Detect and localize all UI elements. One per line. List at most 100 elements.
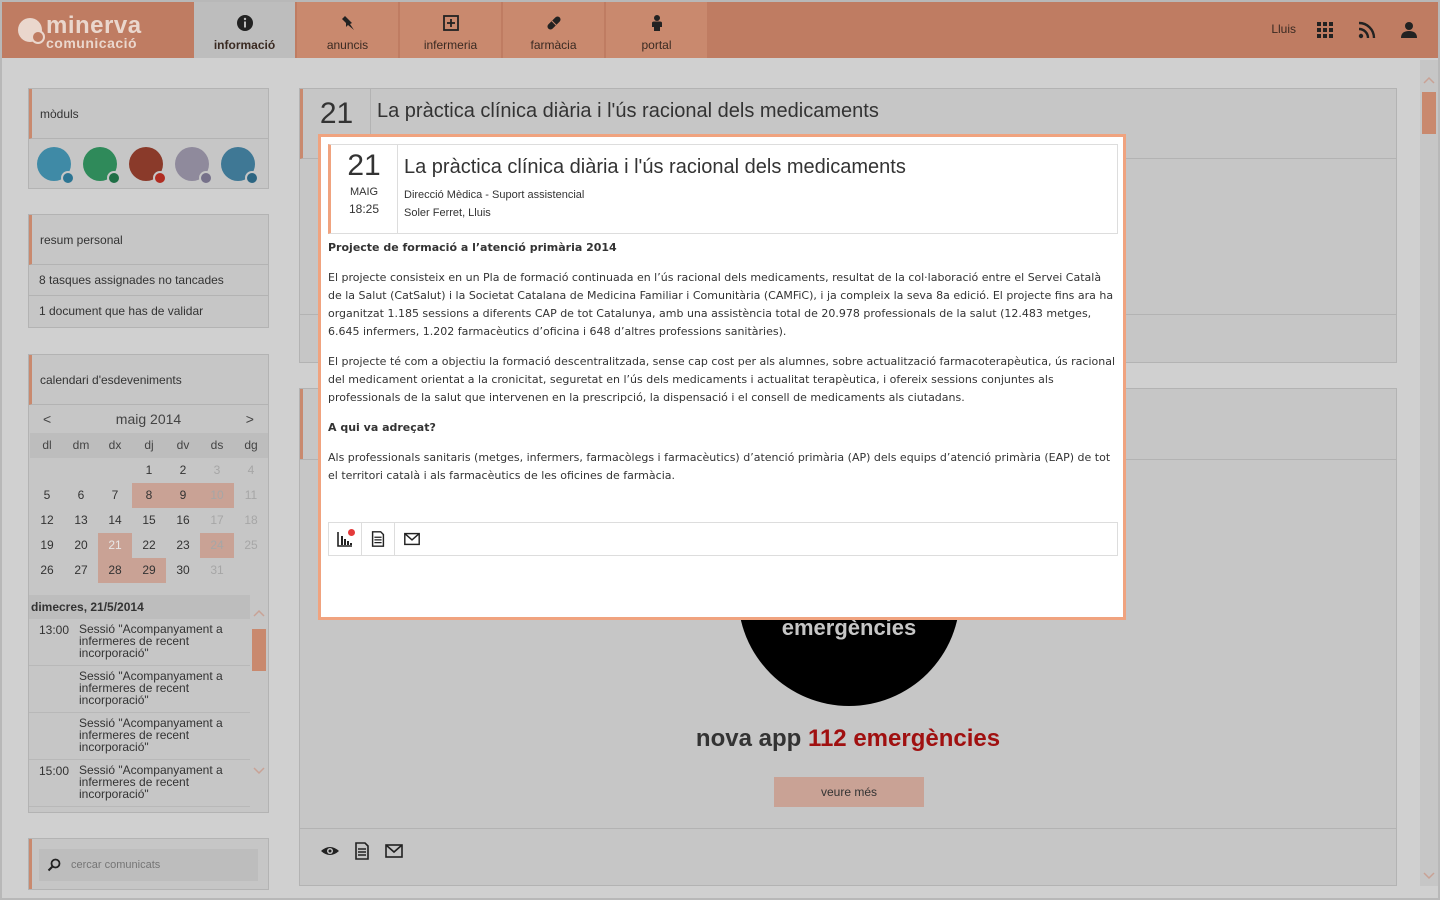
calendar-header: < maig 2014 > [29, 405, 268, 433]
rss-icon[interactable] [1357, 20, 1377, 40]
calendar-day[interactable]: 5 [30, 483, 64, 508]
calendar-empty-cell [98, 458, 132, 483]
modal-paragraph: El projecte consisteix en un Pla de form… [328, 271, 1114, 338]
tab-anuncis[interactable]: anuncis [297, 2, 398, 58]
modal-month: MAIG [349, 186, 379, 198]
event-text: Sessió "Acompanyament a infermeres de re… [79, 669, 223, 707]
calendar-day[interactable]: 28 [98, 558, 132, 583]
document-icon[interactable] [352, 841, 372, 861]
event-item[interactable]: 13:00 Sessió "Acompanyament a infermeres … [29, 619, 250, 666]
calendar-day[interactable]: 12 [30, 508, 64, 533]
scroll-thumb[interactable] [252, 629, 266, 671]
page-scroll-thumb[interactable] [1422, 92, 1436, 134]
calendar-day[interactable]: 20 [64, 533, 98, 558]
calendar-day[interactable]: 6 [64, 483, 98, 508]
tab-label: infermeria [423, 38, 478, 52]
calendar-day[interactable]: 2 [166, 458, 200, 483]
calendar-day[interactable]: 11 [234, 483, 268, 508]
page-scrollbar[interactable] [1420, 60, 1438, 886]
module-circle[interactable] [221, 147, 259, 185]
weekday-header: dl [30, 433, 64, 458]
calendar-prev-button[interactable]: < [43, 411, 51, 427]
calendar-day[interactable]: 10 [200, 483, 234, 508]
document-button[interactable] [362, 523, 395, 555]
mail-button[interactable] [395, 523, 428, 555]
module-circle[interactable] [37, 147, 75, 185]
search-box[interactable] [39, 849, 258, 881]
modal-date: 21 MAIG 18:25 [331, 145, 398, 233]
calendar-day[interactable]: 3 [200, 458, 234, 483]
calendar-day[interactable]: 24 [200, 533, 234, 558]
calendar-day[interactable]: 19 [30, 533, 64, 558]
event-item[interactable]: Sessió "Acompanyament a infermeres de re… [29, 713, 250, 760]
weekday-header: dv [166, 433, 200, 458]
chevron-up-icon[interactable] [253, 609, 265, 617]
user-account-icon[interactable] [1399, 20, 1419, 40]
search-input[interactable] [71, 859, 251, 871]
calendar-day[interactable]: 7 [98, 483, 132, 508]
chevron-up-icon[interactable] [1423, 76, 1435, 84]
summary-title: resum personal [29, 215, 268, 265]
calendar-day[interactable]: 31 [200, 558, 234, 583]
calendar-day[interactable]: 23 [166, 533, 200, 558]
calendar-day[interactable]: 18 [234, 508, 268, 533]
calendar-day[interactable]: 14 [98, 508, 132, 533]
pin-icon [341, 16, 354, 30]
modal-paragraph: Als professionals sanitaris (metges, inf… [328, 451, 1111, 482]
mail-icon[interactable] [384, 841, 404, 861]
calendar-day[interactable]: 25 [234, 533, 268, 558]
module-circle[interactable] [175, 147, 213, 185]
selected-day-label: dimecres, 21/5/2014 [29, 595, 250, 619]
summary-item-documents[interactable]: 1 document que has de validar [29, 296, 268, 327]
event-list-scrollbar[interactable] [250, 595, 268, 795]
module-list [29, 139, 268, 187]
info-icon [236, 15, 253, 31]
calendar-day[interactable]: 8 [132, 483, 166, 508]
mail-icon [403, 532, 420, 546]
chevron-down-icon[interactable] [253, 767, 265, 775]
summary-item-tasks[interactable]: 8 tasques assignades no tancades [29, 265, 268, 296]
calendar-day[interactable]: 16 [166, 508, 200, 533]
tab-infermeria[interactable]: infermeria [400, 2, 501, 58]
user-name[interactable]: Lluis [1271, 22, 1296, 36]
modal-toolbar [328, 522, 1118, 556]
pill-icon [546, 16, 561, 30]
chevron-down-icon[interactable] [1423, 872, 1435, 880]
calendar-day[interactable]: 1 [132, 458, 166, 483]
calendar-day[interactable]: 13 [64, 508, 98, 533]
calendar-day[interactable]: 4 [234, 458, 268, 483]
calendar-day[interactable]: 15 [132, 508, 166, 533]
calendar-day[interactable]: 21 [98, 533, 132, 558]
calendar-day[interactable]: 30 [166, 558, 200, 583]
calendar-day[interactable]: 9 [166, 483, 200, 508]
module-circle[interactable] [129, 147, 167, 185]
modal-author: Soler Ferret, Lluis [404, 207, 491, 219]
tab-portal[interactable]: portal [606, 2, 707, 58]
stats-button[interactable] [329, 523, 362, 555]
search-icon [47, 858, 61, 872]
event-time: 15:00 [39, 764, 70, 778]
modal-heading: Projecte de formació a l’atenció primàri… [328, 241, 617, 254]
modules-panel: mòduls [28, 88, 269, 189]
notification-badge [348, 529, 355, 536]
calendar-next-button[interactable]: > [246, 411, 254, 427]
apps-grid-icon[interactable] [1315, 20, 1335, 40]
event-text: Sessió "Acompanyament a infermeres de re… [79, 622, 223, 660]
see-more-button[interactable]: veure més [774, 777, 924, 807]
calendar-day[interactable]: 17 [200, 508, 234, 533]
module-circle[interactable] [83, 147, 121, 185]
event-time [39, 670, 79, 708]
eye-icon[interactable] [320, 841, 340, 861]
event-item[interactable]: 15:00 Sessió "Acompanyament a infermeres … [29, 760, 250, 807]
tab-farmacia[interactable]: farmàcia [503, 2, 604, 58]
modal-header: 21 MAIG 18:25 La pràctica clínica diària… [328, 144, 1118, 234]
event-item[interactable]: Sessió "Acompanyament a infermeres de re… [29, 666, 250, 713]
tab-label: farmàcia [530, 38, 577, 52]
calendar-day[interactable]: 22 [132, 533, 166, 558]
calendar-day[interactable]: 29 [132, 558, 166, 583]
calendar-grid: dl dm dx dj dv ds dg 1 2 3 4 5 6 7 8 9 10 11 12 13 14 15 16 17 1… [29, 433, 268, 583]
tab-informacio[interactable]: informació [194, 2, 295, 58]
calendar-day[interactable]: 26 [30, 558, 64, 583]
calendar-day[interactable]: 27 [64, 558, 98, 583]
calendar-month: maig 2014 [115, 411, 182, 427]
